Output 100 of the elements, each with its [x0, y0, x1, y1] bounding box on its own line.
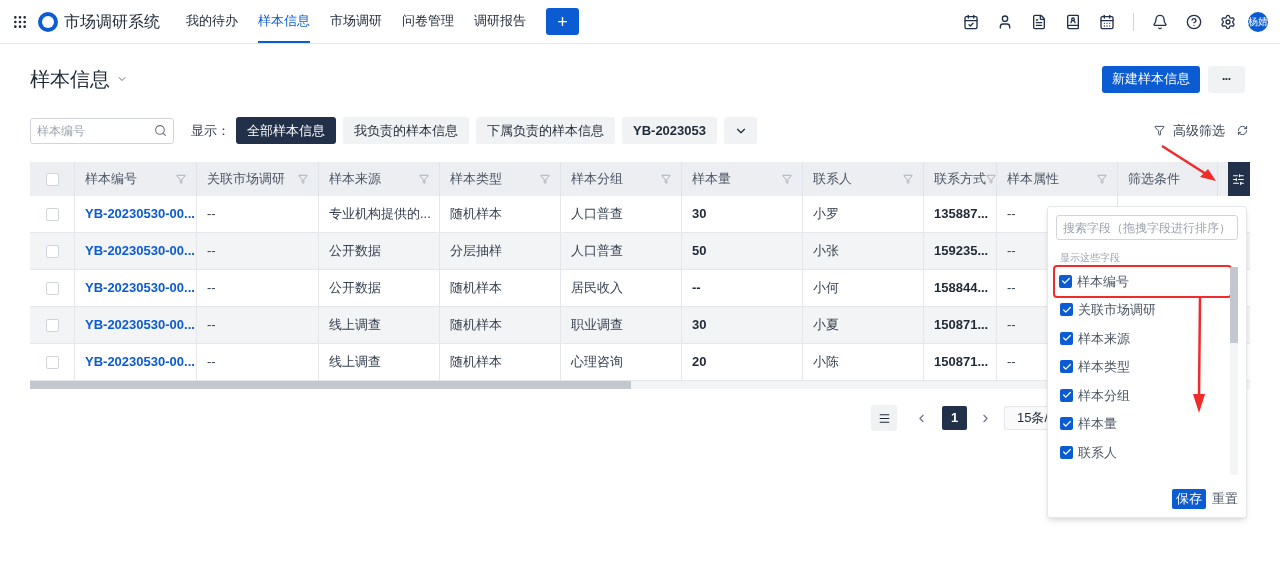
- calendar-check-icon[interactable]: [963, 13, 979, 30]
- table-cell-text: 随机样本: [450, 205, 502, 224]
- field-label[interactable]: 样本来源: [1078, 328, 1130, 348]
- notification-icon[interactable]: [1152, 13, 1168, 30]
- save-button[interactable]: 保存: [1172, 489, 1206, 509]
- table-cell-text: 公开数据: [329, 242, 381, 261]
- table-cell-text: 小罗: [813, 205, 839, 224]
- advanced-filter-link[interactable]: 高级筛选: [1173, 120, 1225, 141]
- menu-icon: [877, 411, 891, 425]
- checkbox[interactable]: [1060, 331, 1073, 345]
- table-cell-text: 心理咨询: [571, 353, 623, 372]
- table-cell-text: 135887...: [934, 205, 989, 224]
- contact-book-icon[interactable]: [1065, 13, 1081, 30]
- nav-tab[interactable]: 我的待办: [186, 0, 238, 43]
- field-label[interactable]: 样本量: [1078, 414, 1117, 434]
- checkbox[interactable]: [45, 318, 59, 332]
- document-icon[interactable]: [1031, 13, 1047, 30]
- column-header: 样本编号: [85, 170, 137, 189]
- sample-id-link[interactable]: YB-20230530-00...: [85, 241, 195, 261]
- table-cell-text: 30: [692, 205, 707, 224]
- table-cell-text: 30: [692, 316, 707, 335]
- table-cell-text: --: [207, 316, 216, 335]
- table-cell-text: 随机样本: [450, 353, 502, 372]
- checkbox[interactable]: [1060, 445, 1073, 459]
- checkbox[interactable]: [1060, 417, 1073, 431]
- view-tab[interactable]: 我负责的样本信息: [343, 117, 469, 144]
- table-cell-text: 公开数据: [329, 279, 381, 298]
- filter-icon: [1154, 125, 1165, 136]
- column-header: 样本量: [692, 170, 731, 189]
- nav-tab[interactable]: 问卷管理: [402, 0, 454, 43]
- user-icon[interactable]: [997, 13, 1013, 30]
- table-cell-text: --: [1007, 353, 1016, 372]
- field-search-field[interactable]: 搜索字段（拖拽字段进行排序）: [1056, 215, 1238, 240]
- table-cell-text: 线上调查: [329, 353, 381, 372]
- user-avatar[interactable]: 杨婧: [1248, 11, 1268, 32]
- checkbox[interactable]: [1059, 274, 1072, 288]
- help-icon[interactable]: [1186, 13, 1202, 30]
- field-label[interactable]: 联系人: [1078, 442, 1117, 462]
- table-cell-text: 随机样本: [450, 279, 502, 298]
- column-header: 样本分组: [571, 170, 623, 189]
- table-cell-text: 小张: [813, 242, 839, 261]
- page-button[interactable]: 1: [942, 406, 967, 430]
- checkbox[interactable]: [45, 244, 59, 258]
- column-header: 联系方式: [934, 170, 986, 189]
- checkbox[interactable]: [1060, 303, 1073, 317]
- table-cell-text: --: [207, 242, 216, 261]
- field-label[interactable]: 样本类型: [1078, 357, 1130, 377]
- checkbox[interactable]: [45, 355, 59, 369]
- view-tab[interactable]: 下属负责的样本信息: [476, 117, 615, 144]
- field-label[interactable]: 样本分组: [1078, 385, 1130, 405]
- nav-tab[interactable]: 市场调研: [330, 0, 382, 43]
- field-label[interactable]: 关联市场调研: [1078, 300, 1156, 320]
- add-button[interactable]: +: [546, 8, 579, 35]
- show-label: 显示：: [191, 121, 230, 140]
- table-cell-text: --: [1007, 205, 1016, 224]
- settings-icon[interactable]: [1220, 13, 1236, 30]
- refresh-icon[interactable]: [1237, 125, 1248, 136]
- list-view-button[interactable]: [871, 405, 897, 431]
- nav-tab[interactable]: 样本信息: [258, 0, 310, 43]
- search-field[interactable]: 样本编号: [30, 117, 174, 144]
- sample-id-link[interactable]: YB-20230530-00...: [85, 315, 195, 335]
- page-title: 样本信息: [30, 67, 110, 92]
- sample-id-link[interactable]: YB-20230530-00...: [85, 278, 195, 298]
- sample-id-link[interactable]: YB-20230530-00...: [85, 352, 195, 372]
- checkbox[interactable]: [1060, 360, 1073, 374]
- new-sample-button[interactable]: 新建样本信息: [1102, 65, 1200, 93]
- checkbox[interactable]: [1060, 388, 1073, 402]
- column-settings-button[interactable]: [1227, 162, 1250, 196]
- table-cell-text: 20: [692, 353, 707, 372]
- calendar-icon[interactable]: [1099, 13, 1115, 30]
- scrollbar[interactable]: [1230, 267, 1238, 343]
- search-icon[interactable]: [154, 123, 167, 137]
- table-cell-text: 专业机构提供的...: [329, 205, 431, 224]
- nav-tab[interactable]: 调研报告: [474, 0, 526, 43]
- view-tab[interactable]: 全部样本信息: [236, 117, 336, 144]
- view-tab[interactable]: YB-2023053: [622, 117, 717, 144]
- column-header: 样本类型: [450, 170, 502, 189]
- table-cell-text: 居民收入: [571, 279, 623, 298]
- table-cell-text: --: [207, 205, 216, 224]
- field-label[interactable]: 样本编号: [1077, 271, 1129, 291]
- checkbox[interactable]: [45, 281, 59, 295]
- table-cell-text: 线上调查: [329, 316, 381, 335]
- table-cell-text: 150871...: [934, 316, 989, 335]
- column-header: 关联市场调研: [207, 170, 285, 189]
- table-cell-text: 分层抽样: [450, 242, 502, 261]
- table-cell-text: --: [1007, 316, 1016, 335]
- logo-icon: [38, 11, 58, 32]
- scrollbar[interactable]: [30, 381, 631, 389]
- table-cell-text: 150871...: [934, 353, 989, 372]
- more-button[interactable]: •••: [1208, 65, 1245, 93]
- table-cell-text: --: [207, 353, 216, 372]
- table-cell-text: 人口普查: [571, 205, 623, 224]
- sample-id-link[interactable]: YB-20230530-00...: [85, 204, 195, 224]
- app-title: 市场调研系统: [64, 11, 160, 32]
- checkbox[interactable]: [45, 207, 59, 221]
- apps-grid-icon[interactable]: [12, 13, 28, 30]
- checkbox[interactable]: [45, 172, 59, 186]
- reset-button[interactable]: 重置: [1212, 489, 1238, 509]
- table-cell-text: --: [207, 279, 216, 298]
- table-cell-text: --: [1007, 279, 1016, 298]
